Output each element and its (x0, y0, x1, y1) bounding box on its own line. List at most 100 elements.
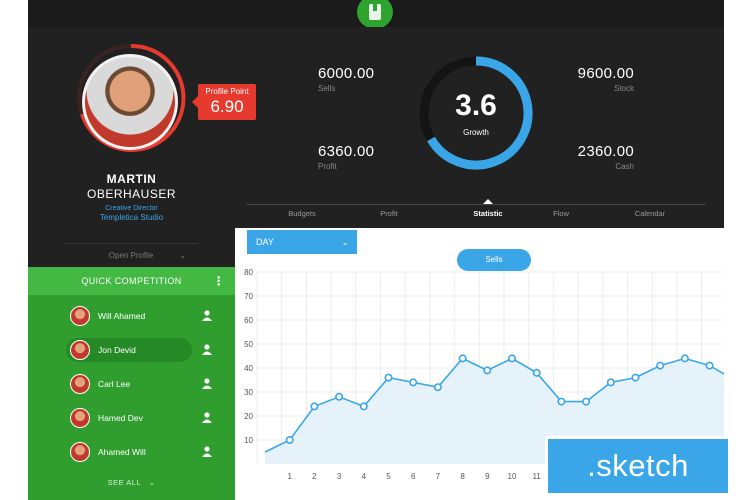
x-tick-label: 1 (287, 472, 292, 481)
list-item-name: Carl Lee (98, 379, 131, 389)
stat-profit-label: Profit (318, 162, 337, 171)
user-icon[interactable] (202, 446, 212, 457)
profile-last-name: OBERHAUSER (86, 187, 177, 201)
data-point (384, 373, 393, 382)
list-item[interactable]: Carl Lee (66, 372, 212, 396)
avatar (70, 442, 90, 462)
quick-competition-header: QUICK COMPETITION ⋮ (28, 267, 235, 295)
data-point (606, 378, 615, 387)
user-icon[interactable] (202, 412, 212, 423)
stat-stock: 9600.00 Stock (568, 65, 634, 93)
stat-profit-value: 6360.00 (318, 143, 375, 160)
tab-profit[interactable]: Profit (380, 209, 398, 218)
list-item[interactable]: Ahamed Will (66, 440, 212, 464)
x-tick-label: 6 (411, 472, 416, 481)
list-item[interactable]: Jon Devid (66, 338, 212, 362)
y-tick-label: 20 (244, 412, 253, 421)
app-frame: Profile Point 6.90 MARTIN OBERHAUSER Cre… (28, 0, 724, 500)
data-point (310, 402, 319, 411)
quick-competition-title: QUICK COMPETITION (81, 276, 182, 286)
open-profile-button[interactable]: Open Profile ⌄ (64, 243, 198, 265)
stat-cash-label: Cash (615, 162, 634, 171)
data-point (680, 354, 689, 363)
data-point (631, 373, 640, 382)
stat-sells-label: Sells (318, 84, 336, 93)
data-point (433, 383, 442, 392)
data-point (409, 378, 418, 387)
y-tick-label: 70 (244, 292, 253, 301)
data-point (483, 366, 492, 375)
sketch-badge: .sketch (545, 436, 731, 496)
profile-point-label: Profile Point (205, 87, 249, 96)
data-point (532, 368, 541, 377)
see-all-label: SEE ALL (107, 478, 141, 487)
stat-sells: 6000.00 Sells (318, 65, 374, 93)
stat-cash-value: 2360.00 (577, 143, 634, 160)
user-icon[interactable] (202, 344, 212, 355)
stat-profit: 6360.00 Profit (318, 143, 374, 171)
profile-point-value: 6.90 (210, 97, 244, 116)
list-item-name: Jon Devid (98, 345, 136, 355)
user-icon[interactable] (202, 378, 212, 389)
chevron-down-icon: ⌄ (341, 237, 349, 247)
avatar (70, 408, 90, 428)
x-tick-label: 2 (312, 472, 317, 481)
avatar (70, 340, 90, 360)
data-point (285, 436, 294, 445)
open-profile-label: Open Profile (108, 251, 154, 260)
stat-stock-value: 9600.00 (577, 65, 634, 82)
tab-statistic[interactable]: Statistic (473, 209, 502, 218)
profile-point-badge: Profile Point 6.90 (192, 84, 256, 120)
data-point (582, 397, 591, 406)
y-tick-label: 40 (244, 364, 253, 373)
y-tick-label: 30 (244, 388, 253, 397)
y-tick-label: 10 (244, 436, 253, 445)
stat-stock-label: Stock (613, 84, 634, 93)
quick-competition-panel: QUICK COMPETITION ⋮ Will Ahamed Jon Devi… (28, 267, 235, 500)
dashboard-main: Profile Point 6.90 MARTIN OBERHAUSER Cre… (28, 27, 724, 500)
tab-flow[interactable]: Flow (553, 209, 569, 218)
x-tick-label: 7 (436, 472, 441, 481)
list-item[interactable]: Will Ahamed (66, 304, 212, 328)
x-tick-label: 10 (508, 472, 517, 481)
y-tick-label: 80 (244, 268, 253, 277)
x-tick-label: 3 (337, 472, 342, 481)
bookmark-icon (369, 4, 381, 20)
profile-avatar[interactable] (82, 54, 178, 150)
data-point (557, 397, 566, 406)
avatar (70, 374, 90, 394)
y-tick-label: 60 (244, 316, 253, 325)
data-point (359, 402, 368, 411)
period-select[interactable]: DAY ⌄ (247, 230, 357, 254)
data-point (335, 392, 344, 401)
period-select-value: DAY (256, 237, 274, 247)
growth-label: Growth (463, 128, 489, 137)
x-tick-label: 11 (533, 472, 542, 481)
x-tick-label: 8 (460, 472, 465, 481)
x-tick-label: 5 (386, 472, 391, 481)
data-point (656, 361, 665, 370)
y-tick-label: 50 (244, 340, 253, 349)
stat-cash: 2360.00 Cash (568, 143, 634, 171)
stats-tabs: Budgets Profit Statistic Flow Calendar (246, 199, 706, 222)
list-item[interactable]: Hamed Dev (66, 406, 212, 430)
profile-studio: Templetica Studio (99, 213, 164, 222)
active-tab-marker (483, 199, 493, 204)
list-item-name: Hamed Dev (98, 413, 143, 423)
profile-first-name: MARTIN (106, 172, 157, 186)
data-point (507, 354, 516, 363)
profile-role: Creative Director (105, 205, 158, 212)
user-icon[interactable] (202, 310, 212, 321)
chevron-down-icon: ⌄ (179, 251, 186, 260)
tab-calendar[interactable]: Calendar (635, 209, 665, 218)
chevron-down-icon: ⌄ (143, 478, 156, 487)
data-point (458, 354, 467, 363)
more-vertical-icon[interactable]: ⋮ (213, 267, 225, 295)
see-all-button[interactable]: SEE ALL ⌄ (28, 478, 235, 487)
list-item-name: Will Ahamed (98, 311, 146, 321)
stat-sells-value: 6000.00 (318, 65, 375, 82)
avatar (70, 306, 90, 326)
x-tick-label: 9 (485, 472, 490, 481)
data-point (705, 361, 714, 370)
tab-budgets[interactable]: Budgets (288, 209, 316, 218)
